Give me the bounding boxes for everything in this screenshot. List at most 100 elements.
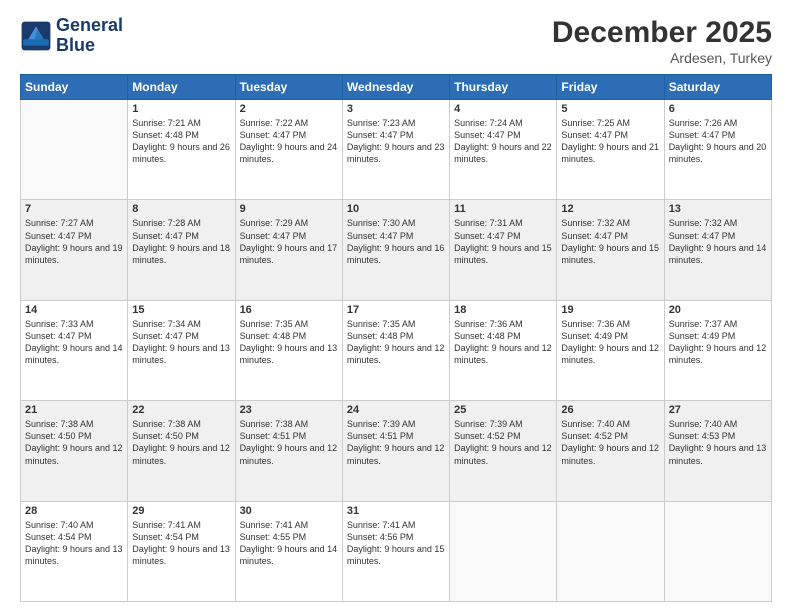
day-info: Sunrise: 7:41 AMSunset: 4:54 PMDaylight:… [132,519,230,568]
day-number: 12 [561,203,659,215]
day-number: 9 [240,203,338,215]
day-info: Sunrise: 7:39 AMSunset: 4:51 PMDaylight:… [347,418,445,467]
calendar-cell: 29 Sunrise: 7:41 AMSunset: 4:54 PMDayligh… [128,501,235,601]
col-header-saturday: Saturday [664,75,771,100]
calendar-week-3: 14Sunrise: 7:33 AMSunset: 4:47 PMDayligh… [21,300,772,400]
day-info: Sunrise: 7:37 AMSunset: 4:49 PMDaylight:… [669,318,767,367]
day-number: 30 [240,505,338,517]
col-header-thursday: Thursday [450,75,557,100]
day-info: Sunrise: 7:40 AMSunset: 4:54 PMDaylight:… [25,519,123,568]
calendar-cell: 8 Sunrise: 7:28 AMSunset: 4:47 PMDaylight… [128,200,235,300]
day-info: Sunrise: 7:38 AMSunset: 4:51 PMDaylight:… [240,418,338,467]
month-title: December 2025 [552,16,772,50]
day-number: 23 [240,404,338,416]
day-number: 17 [347,304,445,316]
day-info: Sunrise: 7:32 AMSunset: 4:47 PMDaylight:… [561,217,659,266]
day-info: Sunrise: 7:38 AMSunset: 4:50 PMDaylight:… [25,418,123,467]
day-number: 8 [132,203,230,215]
calendar-cell [664,501,771,601]
day-number: 31 [347,505,445,517]
calendar-cell [557,501,664,601]
calendar-cell: 13 Sunrise: 7:32 AMSunset: 4:47 PMDayligh… [664,200,771,300]
day-info: Sunrise: 7:36 AMSunset: 4:49 PMDaylight:… [561,318,659,367]
calendar-week-4: 21 Sunrise: 7:38 AMSunset: 4:50 PMDayligh… [21,401,772,501]
day-info: Sunrise: 7:31 AMSunset: 4:47 PMDaylight:… [454,217,552,266]
day-number: 22 [132,404,230,416]
col-header-tuesday: Tuesday [235,75,342,100]
day-info: Sunrise: 7:38 AMSunset: 4:50 PMDaylight:… [132,418,230,467]
calendar-cell: 27 Sunrise: 7:40 AMSunset: 4:53 PMDayligh… [664,401,771,501]
day-number: 10 [347,203,445,215]
day-info: Sunrise: 7:25 AMSunset: 4:47 PMDaylight:… [561,117,659,166]
col-header-wednesday: Wednesday [342,75,449,100]
day-info: Sunrise: 7:30 AMSunset: 4:47 PMDaylight:… [347,217,445,266]
day-info: Sunrise: 7:40 AMSunset: 4:53 PMDaylight:… [669,418,767,467]
calendar-cell: 26 Sunrise: 7:40 AMSunset: 4:52 PMDayligh… [557,401,664,501]
day-number: 11 [454,203,552,215]
day-number: 13 [669,203,767,215]
day-info: Sunrise: 7:34 AMSunset: 4:47 PMDaylight:… [132,318,230,367]
day-info: Sunrise: 7:26 AMSunset: 4:47 PMDaylight:… [669,117,767,166]
calendar-table: SundayMondayTuesdayWednesdayThursdayFrid… [20,74,772,602]
calendar-cell: 23 Sunrise: 7:38 AMSunset: 4:51 PMDayligh… [235,401,342,501]
calendar-cell: 18 Sunrise: 7:36 AMSunset: 4:48 PMDayligh… [450,300,557,400]
day-info: Sunrise: 7:27 AMSunset: 4:47 PMDaylight:… [25,217,123,266]
day-number: 21 [25,404,123,416]
calendar-cell: 16Sunrise: 7:35 AMSunset: 4:48 PMDayligh… [235,300,342,400]
col-header-friday: Friday [557,75,664,100]
day-info: Sunrise: 7:40 AMSunset: 4:52 PMDaylight:… [561,418,659,467]
logo-text: General Blue [56,16,123,56]
day-number: 28 [25,505,123,517]
title-section: December 2025 Ardesen, Turkey [552,16,772,66]
calendar-cell: 25Sunrise: 7:39 AMSunset: 4:52 PMDayligh… [450,401,557,501]
day-info: Sunrise: 7:22 AMSunset: 4:47 PMDaylight:… [240,117,338,166]
subtitle: Ardesen, Turkey [552,50,772,66]
day-number: 5 [561,103,659,115]
calendar-cell: 3 Sunrise: 7:23 AMSunset: 4:47 PMDaylight… [342,100,449,200]
calendar-cell: 9Sunrise: 7:29 AMSunset: 4:47 PMDaylight… [235,200,342,300]
calendar-cell: 28 Sunrise: 7:40 AMSunset: 4:54 PMDayligh… [21,501,128,601]
calendar-cell: 12 Sunrise: 7:32 AMSunset: 4:47 PMDayligh… [557,200,664,300]
calendar-cell: 7 Sunrise: 7:27 AMSunset: 4:47 PMDaylight… [21,200,128,300]
calendar-cell: 11 Sunrise: 7:31 AMSunset: 4:47 PMDayligh… [450,200,557,300]
day-number: 20 [669,304,767,316]
calendar-cell: 2 Sunrise: 7:22 AMSunset: 4:47 PMDaylight… [235,100,342,200]
calendar-cell: 5 Sunrise: 7:25 AMSunset: 4:47 PMDaylight… [557,100,664,200]
day-number: 7 [25,203,123,215]
calendar-cell: 10 Sunrise: 7:30 AMSunset: 4:47 PMDayligh… [342,200,449,300]
day-number: 26 [561,404,659,416]
calendar-week-1: 1Sunrise: 7:21 AMSunset: 4:48 PMDaylight… [21,100,772,200]
day-info: Sunrise: 7:41 AMSunset: 4:55 PMDaylight:… [240,519,338,568]
calendar-cell: 15 Sunrise: 7:34 AMSunset: 4:47 PMDayligh… [128,300,235,400]
day-info: Sunrise: 7:35 AMSunset: 4:48 PMDaylight:… [240,318,338,367]
day-number: 29 [132,505,230,517]
calendar-cell: 1Sunrise: 7:21 AMSunset: 4:48 PMDaylight… [128,100,235,200]
calendar-cell: 22 Sunrise: 7:38 AMSunset: 4:50 PMDayligh… [128,401,235,501]
day-info: Sunrise: 7:33 AMSunset: 4:47 PMDaylight:… [25,318,123,367]
day-number: 2 [240,103,338,115]
calendar-cell: 17 Sunrise: 7:35 AMSunset: 4:48 PMDayligh… [342,300,449,400]
day-number: 15 [132,304,230,316]
calendar-cell: 24 Sunrise: 7:39 AMSunset: 4:51 PMDayligh… [342,401,449,501]
day-info: Sunrise: 7:35 AMSunset: 4:48 PMDaylight:… [347,318,445,367]
page: General Blue December 2025 Ardesen, Turk… [0,0,792,612]
day-info: Sunrise: 7:28 AMSunset: 4:47 PMDaylight:… [132,217,230,266]
calendar-week-5: 28 Sunrise: 7:40 AMSunset: 4:54 PMDayligh… [21,501,772,601]
calendar-cell: 20 Sunrise: 7:37 AMSunset: 4:49 PMDayligh… [664,300,771,400]
day-number: 19 [561,304,659,316]
calendar-cell: 19 Sunrise: 7:36 AMSunset: 4:49 PMDayligh… [557,300,664,400]
day-info: Sunrise: 7:32 AMSunset: 4:47 PMDaylight:… [669,217,767,266]
day-number: 18 [454,304,552,316]
day-number: 27 [669,404,767,416]
day-info: Sunrise: 7:36 AMSunset: 4:48 PMDaylight:… [454,318,552,367]
col-header-sunday: Sunday [21,75,128,100]
day-number: 24 [347,404,445,416]
day-number: 3 [347,103,445,115]
logo: General Blue [20,16,123,56]
calendar-cell: 6Sunrise: 7:26 AMSunset: 4:47 PMDaylight… [664,100,771,200]
day-info: Sunrise: 7:23 AMSunset: 4:47 PMDaylight:… [347,117,445,166]
day-number: 25 [454,404,552,416]
calendar-cell: 21 Sunrise: 7:38 AMSunset: 4:50 PMDayligh… [21,401,128,501]
logo-icon [20,20,52,52]
header: General Blue December 2025 Ardesen, Turk… [20,16,772,66]
